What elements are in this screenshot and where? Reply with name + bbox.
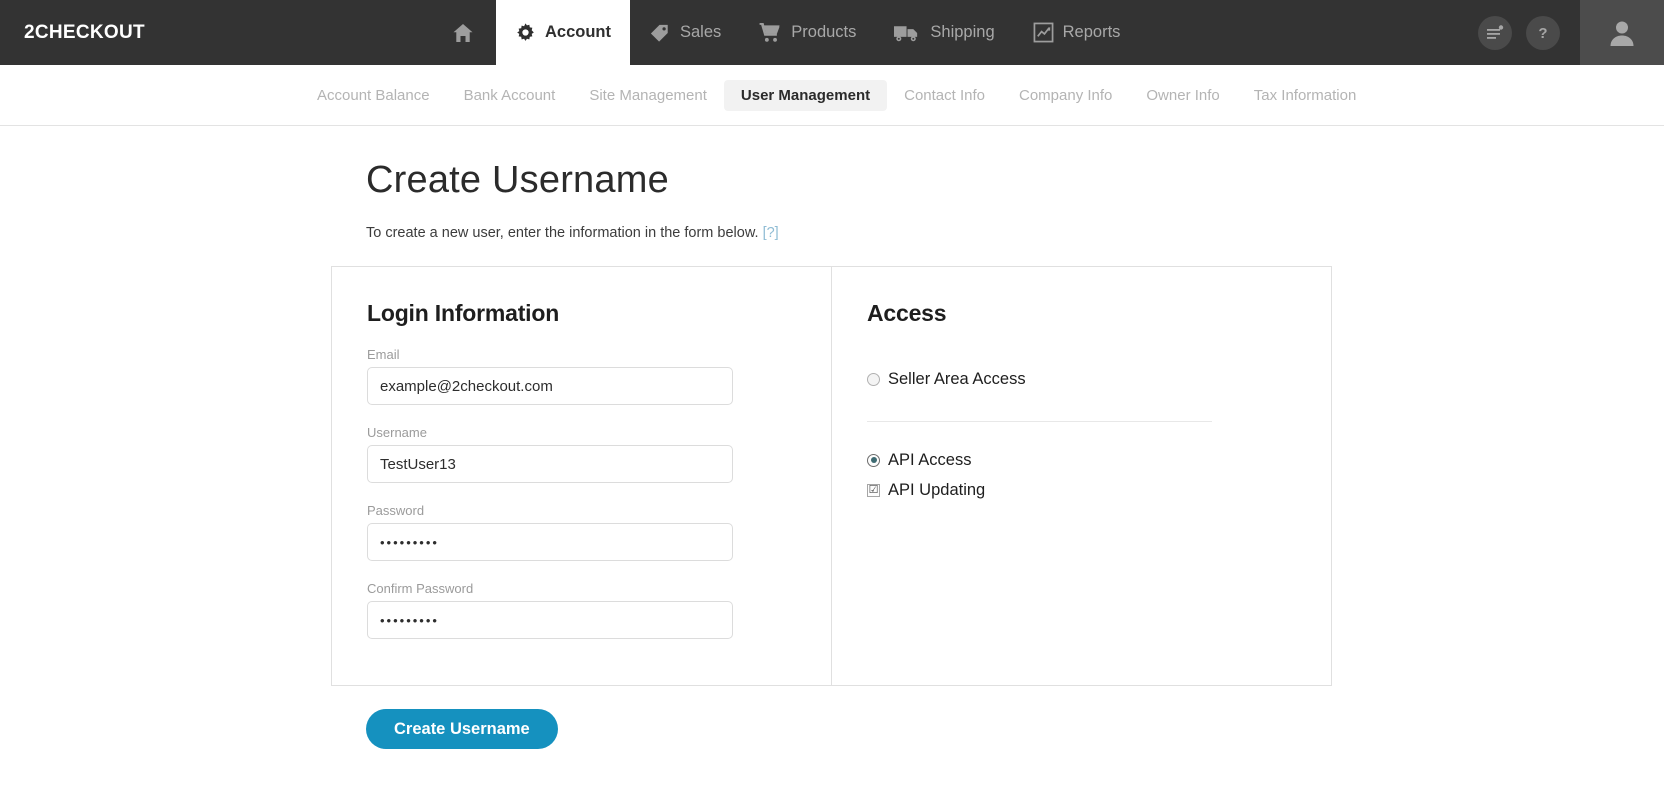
- create-username-form-card: Login Information Email Username Passwor…: [331, 266, 1332, 686]
- subnav-item-owner-info[interactable]: Owner Info: [1129, 80, 1236, 111]
- secondary-navigation-bar: Account Balance Bank Account Site Manage…: [0, 65, 1664, 126]
- gear-icon: [515, 22, 536, 43]
- password-input[interactable]: [367, 523, 733, 561]
- access-title: Access: [867, 300, 947, 326]
- brand-name: 2CHECKOUT: [24, 21, 145, 43]
- help-link[interactable]: [?]: [763, 225, 779, 241]
- login-information-panel: Login Information Email Username Passwor…: [332, 267, 832, 685]
- user-avatar-icon[interactable]: [1580, 0, 1664, 65]
- subnav-item-user-management[interactable]: User Management: [723, 79, 888, 111]
- nav-item-account[interactable]: Account: [496, 0, 630, 65]
- list-notification-icon[interactable]: [1478, 15, 1512, 50]
- submit-area: Create Username: [366, 709, 1664, 749]
- nav-item-reports[interactable]: Reports: [1014, 0, 1140, 65]
- subnav-item-tax-information[interactable]: Tax Information: [1237, 80, 1374, 111]
- seller-area-access-radio[interactable]: [867, 372, 880, 386]
- create-username-button[interactable]: Create Username: [366, 709, 558, 749]
- nav-item-shipping[interactable]: Shipping: [875, 0, 1013, 65]
- email-input[interactable]: [367, 367, 733, 405]
- subnav-item-bank-account[interactable]: Bank Account: [447, 80, 573, 111]
- subnav-item-site-management[interactable]: Site Management: [572, 80, 724, 111]
- email-label: Email: [367, 347, 400, 362]
- nav-item-label: Products: [791, 23, 857, 41]
- primary-nav-items: Account Sales Products Shipping Reports: [430, 0, 1139, 65]
- nav-item-label: Reports: [1062, 23, 1121, 41]
- nav-item-sales[interactable]: Sales: [630, 0, 740, 65]
- page-content: Create Username To create a new user, en…: [0, 126, 1664, 749]
- username-field-group: Username: [367, 425, 831, 483]
- question-mark-icon[interactable]: ?: [1526, 15, 1560, 50]
- email-field-group: Email: [367, 347, 831, 405]
- nav-item-products[interactable]: Products: [740, 0, 875, 65]
- api-access-radio[interactable]: [867, 453, 880, 467]
- home-icon: [452, 23, 474, 43]
- api-updating-checkbox[interactable]: ☑: [867, 483, 880, 497]
- access-panel: Access Seller Area Access API Access ☑ A…: [832, 267, 1331, 685]
- confirm-password-input[interactable]: [367, 601, 733, 639]
- nav-right-actions: ?: [1478, 0, 1580, 65]
- page-description-text: To create a new user, enter the informat…: [366, 225, 759, 241]
- svg-text:?: ?: [1538, 25, 1547, 42]
- page-title: Create Username: [366, 159, 669, 201]
- password-label: Password: [367, 503, 425, 518]
- subnav-item-account-balance[interactable]: Account Balance: [300, 80, 447, 111]
- access-divider: [867, 421, 1212, 422]
- access-options: Seller Area Access API Access ☑ API Upda…: [867, 366, 1331, 503]
- nav-item-label: Sales: [680, 23, 722, 41]
- subnav-item-company-info[interactable]: Company Info: [1002, 80, 1129, 111]
- api-access-option[interactable]: API Access: [867, 447, 1331, 473]
- nav-item-label: Shipping: [930, 23, 995, 41]
- nav-item-label: Account: [545, 23, 611, 41]
- nav-item-home[interactable]: [430, 0, 496, 65]
- seller-area-access-label: Seller Area Access: [888, 369, 1026, 388]
- top-navigation-bar: 2CHECKOUT Account Sales Products Shippin…: [0, 0, 1664, 65]
- login-information-title: Login Information: [367, 300, 560, 326]
- brand-logo[interactable]: 2CHECKOUT: [0, 0, 430, 65]
- cart-icon: [759, 22, 782, 43]
- password-field-group: Password: [367, 503, 831, 561]
- username-input[interactable]: [367, 445, 733, 483]
- api-access-label: API Access: [888, 450, 972, 469]
- seller-area-access-option[interactable]: Seller Area Access: [867, 366, 1331, 392]
- api-updating-option[interactable]: ☑ API Updating: [867, 477, 1331, 503]
- chart-icon: [1033, 22, 1054, 43]
- confirm-password-field-group: Confirm Password: [367, 581, 831, 639]
- confirm-password-label: Confirm Password: [367, 581, 474, 596]
- api-updating-label: API Updating: [888, 480, 986, 499]
- username-label: Username: [367, 425, 427, 440]
- subnav-item-contact-info[interactable]: Contact Info: [887, 80, 1002, 111]
- page-description: To create a new user, enter the informat…: [366, 225, 1664, 241]
- truck-icon: [894, 23, 921, 43]
- tag-icon: [649, 23, 671, 43]
